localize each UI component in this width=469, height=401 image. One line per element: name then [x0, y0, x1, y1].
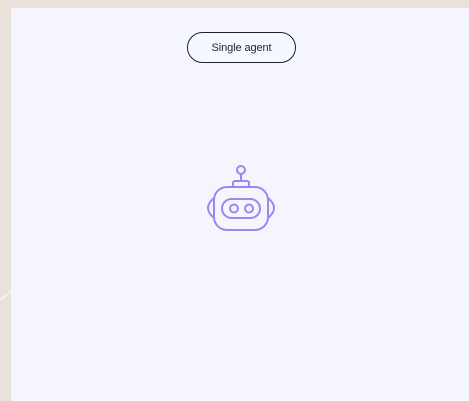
single-agent-label: Single agent	[211, 41, 272, 54]
agent-mode-card: Single agent	[11, 8, 469, 401]
single-agent-pill[interactable]: Single agent	[187, 32, 296, 63]
robot-icon	[207, 165, 275, 231]
